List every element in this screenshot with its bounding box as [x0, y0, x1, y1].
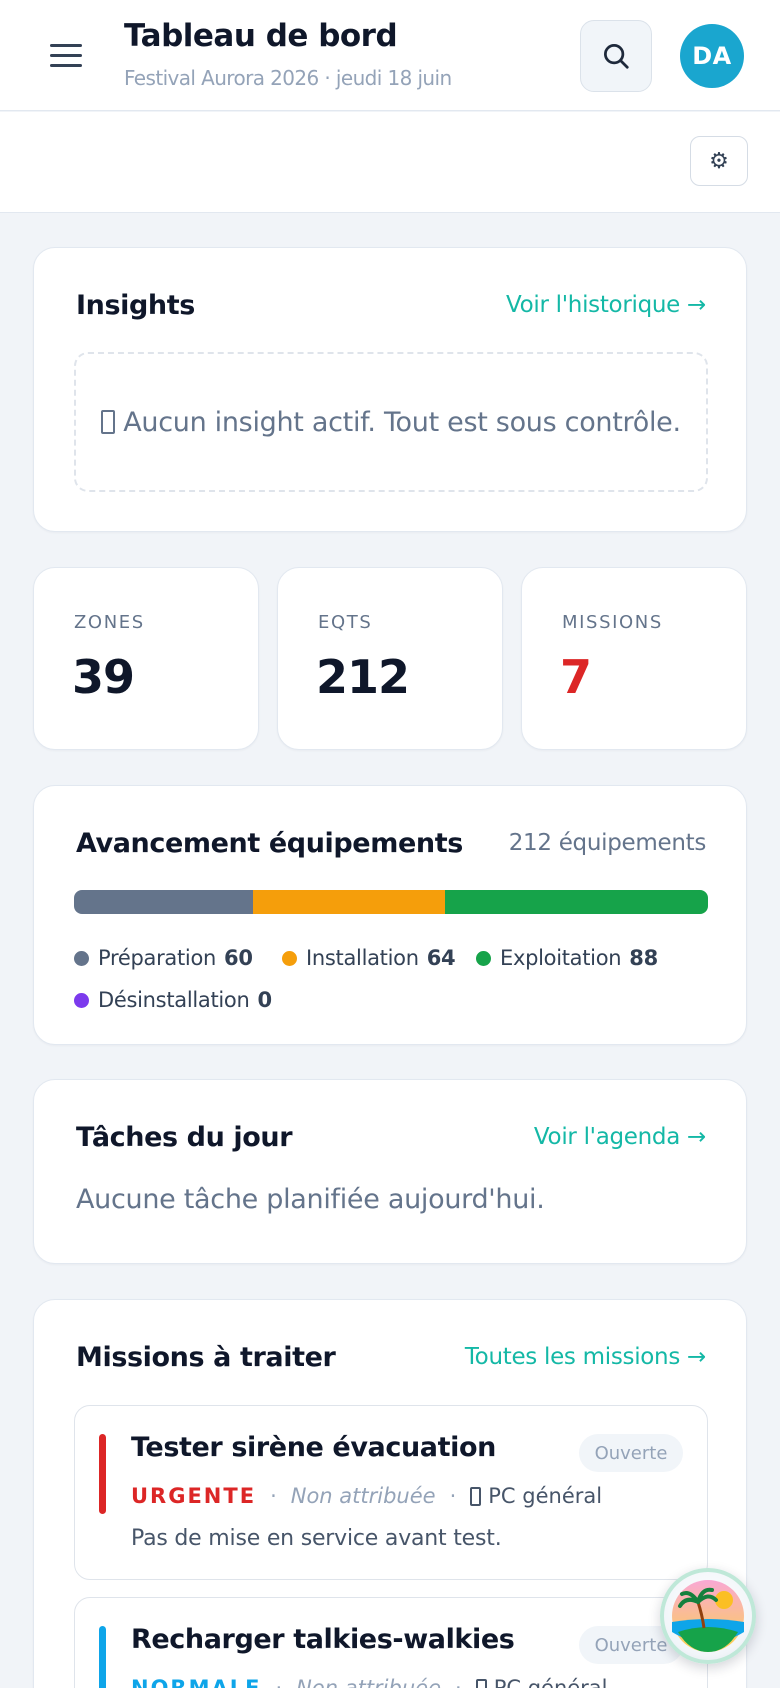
- insights-empty-state: Aucun insight actif. Tout est sous contr…: [74, 352, 708, 492]
- equipment-count: 212 équipements: [508, 830, 707, 856]
- legend-item-preparation: Préparation 60: [74, 946, 253, 970]
- legend-dot: [282, 950, 297, 966]
- insights-title: Insights: [76, 290, 195, 321]
- kpi-value: 7: [560, 650, 592, 704]
- separator: ·: [449, 1484, 457, 1508]
- legend-label: Installation: [306, 946, 419, 970]
- location: PC général: [475, 1676, 608, 1688]
- location-label: PC général: [493, 1676, 608, 1688]
- placeholder-glyph-icon: [101, 410, 116, 434]
- mission-title: Tester sirène évacuation: [131, 1432, 496, 1463]
- equipment-progress-bar: [74, 890, 708, 914]
- location-glyph-icon: [475, 1678, 487, 1688]
- top-app-bar: Tableau de bord Festival Aurora 2026 · j…: [0, 0, 780, 111]
- equipment-progress-card: Avancement équipements 212 équipements P…: [33, 785, 747, 1045]
- insights-empty-text: Aucun insight actif. Tout est sous contr…: [123, 406, 681, 438]
- mission-title: Recharger talkies-walkies: [131, 1624, 515, 1655]
- location-glyph-icon: [470, 1486, 482, 1506]
- assistant-fab-button[interactable]: [660, 1568, 756, 1664]
- toolbar: ⚙: [0, 112, 780, 213]
- hamburger-menu-icon[interactable]: [44, 38, 88, 74]
- legend-value: 60: [224, 946, 253, 970]
- legend-dot: [476, 950, 491, 966]
- page-title: Tableau de bord: [124, 18, 398, 54]
- tasks-title: Tâches du jour: [76, 1122, 293, 1153]
- legend-label: Désinstallation: [98, 988, 250, 1012]
- all-missions-link[interactable]: Toutes les missions →: [465, 1344, 706, 1370]
- tropical-island-assistant-icon: [672, 1580, 744, 1652]
- kpi-label: ZONES: [74, 612, 145, 633]
- insights-history-link[interactable]: Voir l'historique →: [506, 292, 706, 318]
- legend-label: Préparation: [98, 946, 217, 970]
- kpi-card-missions[interactable]: MISSIONS 7: [521, 567, 747, 750]
- separator: ·: [270, 1484, 277, 1508]
- location: PC général: [470, 1484, 602, 1508]
- agenda-link[interactable]: Voir l'agenda →: [534, 1124, 706, 1150]
- equipment-title: Avancement équipements: [76, 828, 463, 859]
- priority-bar: [99, 1434, 106, 1514]
- kpi-card-equipment[interactable]: EQTS 212: [277, 567, 503, 750]
- priority-label: NORMALE: [131, 1676, 262, 1688]
- insights-card: Insights Voir l'historique → Aucun insig…: [33, 247, 747, 532]
- daily-tasks-card: Tâches du jour Voir l'agenda → Aucune tâ…: [33, 1079, 747, 1264]
- legend-dot: [74, 950, 89, 966]
- priority-label: URGENTE: [131, 1484, 257, 1508]
- location-label: PC général: [488, 1484, 603, 1508]
- page-subtitle: Festival Aurora 2026 · jeudi 18 juin: [124, 66, 452, 90]
- mission-description: Pas de mise en service avant test.: [131, 1526, 502, 1551]
- progress-segment-1: [253, 890, 445, 914]
- settings-button[interactable]: ⚙: [690, 136, 748, 186]
- separator: ·: [275, 1676, 283, 1688]
- search-icon: [604, 44, 629, 69]
- mission-meta: NORMALE · Non attribuée · PC général: [131, 1676, 608, 1688]
- legend-item-installation: Installation 64: [282, 946, 456, 970]
- mission-item[interactable]: Tester sirène évacuation Ouverte URGENTE…: [74, 1405, 708, 1580]
- missions-card: Missions à traiter Toutes les missions →…: [33, 1299, 747, 1688]
- kpi-label: MISSIONS: [562, 612, 663, 633]
- legend-value: 88: [629, 946, 658, 970]
- tasks-empty-text: Aucune tâche planifiée aujourd'hui.: [76, 1184, 545, 1215]
- legend-item-exploitation: Exploitation 88: [476, 946, 658, 970]
- kpi-label: EQTS: [318, 612, 373, 633]
- legend-value: 64: [426, 946, 456, 970]
- kpi-value: 39: [72, 650, 135, 704]
- gear-icon: ⚙: [709, 148, 729, 174]
- legend-label: Exploitation: [500, 946, 622, 970]
- assignee: Non attribuée: [290, 1484, 436, 1508]
- kpi-value: 212: [316, 650, 410, 704]
- assignee: Non attribuée: [296, 1676, 441, 1688]
- separator: ·: [455, 1676, 462, 1688]
- progress-segment-0: [74, 890, 254, 914]
- status-badge: Ouverte: [579, 1434, 683, 1472]
- search-button[interactable]: [580, 20, 652, 92]
- kpi-card-zones[interactable]: ZONES 39: [33, 567, 259, 750]
- user-avatar[interactable]: DA: [680, 24, 744, 88]
- mission-meta: URGENTE · Non attribuée · PC général: [131, 1484, 602, 1508]
- missions-title: Missions à traiter: [76, 1342, 336, 1373]
- legend-dot: [74, 992, 89, 1008]
- legend-item-desinstallation: Désinstallation 0: [74, 988, 272, 1012]
- legend-value: 0: [257, 988, 272, 1012]
- priority-bar: [99, 1626, 106, 1688]
- mission-item[interactable]: Recharger talkies-walkies Ouverte NORMAL…: [74, 1597, 708, 1688]
- progress-segment-2: [444, 890, 708, 914]
